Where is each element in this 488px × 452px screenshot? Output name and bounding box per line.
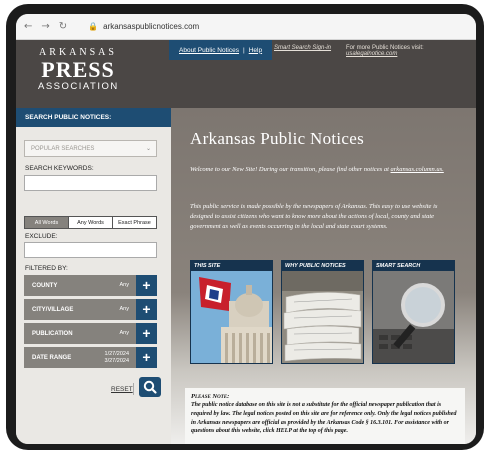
card-this-site-title: THIS SITE: [194, 263, 221, 269]
tablet-frame: ← → ↻ 🔒 arkansaspublicnotices.com ARKANS…: [6, 4, 484, 450]
add-date-filter-button[interactable]: +: [136, 347, 157, 368]
more-notices-text: For more Public Notices visit: usalegaln…: [346, 45, 476, 57]
browser-toolbar: ← → ↻ 🔒 arkansaspublicnotices.com: [16, 14, 476, 40]
page-title: Arkansas Public Notices: [190, 129, 365, 148]
card-why-title: WHY PUBLIC NOTICES: [285, 263, 346, 269]
column-link[interactable]: arkansas.column.us.: [391, 166, 444, 173]
card-why-public-notices[interactable]: WHY PUBLIC NOTICES: [281, 260, 364, 364]
reload-icon[interactable]: ↻: [59, 21, 67, 32]
welcome-sentence: Welcome to our New Site! During our tran…: [190, 166, 389, 173]
all-words-option[interactable]: All Words: [25, 217, 68, 228]
add-city-filter-button[interactable]: +: [136, 299, 157, 320]
filter-date-value: 1/27/2024 3/27/2024: [105, 351, 129, 364]
address-bar[interactable]: 🔒 arkansaspublicnotices.com: [80, 18, 207, 36]
site-header: ARKANSAS PRESS ASSOCIATION About Public …: [16, 40, 476, 108]
date-from: 1/27/2024: [104, 350, 129, 357]
keywords-input[interactable]: [24, 175, 157, 191]
card-smart-search-title: SMART SEARCH: [376, 263, 421, 269]
press-association-logo[interactable]: ARKANSAS PRESS ASSOCIATION: [38, 48, 118, 92]
card-smart-search[interactable]: SMART SEARCH: [372, 260, 455, 364]
popular-searches-value: POPULAR SEARCHES: [31, 146, 95, 152]
screen: ← → ↻ 🔒 arkansaspublicnotices.com ARKANS…: [16, 14, 476, 444]
date-to: 3/27/2024: [104, 357, 129, 364]
usalegalnotice-link[interactable]: usalegalnotice.com: [346, 51, 397, 57]
note-body: The public notice database on this site …: [191, 402, 457, 435]
filtered-by-label: FILTERED BY:: [25, 265, 68, 272]
reset-link[interactable]: RESET: [111, 386, 133, 393]
filter-county-main: COUNTY Any: [24, 275, 136, 296]
capitol-flag-image: [191, 271, 272, 363]
filter-date-range[interactable]: DATE RANGE 1/27/2024 3/27/2024 +: [24, 347, 157, 368]
filter-publication-label: PUBLICATION: [32, 330, 73, 337]
match-mode-toggle: All Words Any Words Exact Phrase: [24, 216, 157, 229]
logo-line-3: ASSOCIATION: [38, 81, 119, 92]
filter-publication-main: PUBLICATION Any: [24, 323, 136, 344]
chevron-down-icon: ⌄: [145, 145, 151, 152]
smart-search-signin-link[interactable]: Smart Search Sign-in: [274, 45, 331, 51]
search-button[interactable]: [139, 377, 161, 397]
reset-divider: [133, 383, 134, 395]
magnifying-glass-image: [373, 271, 454, 363]
keywords-label: SEARCH KEYWORDS:: [25, 165, 94, 172]
exclude-input[interactable]: [24, 242, 157, 258]
exclude-label: EXCLUDE:: [25, 233, 58, 240]
exact-phrase-option[interactable]: Exact Phrase: [112, 217, 156, 228]
help-link[interactable]: Help: [249, 47, 262, 54]
filter-city-value: Any: [119, 306, 129, 313]
add-county-filter-button[interactable]: +: [136, 275, 157, 296]
filter-county-value: Any: [119, 282, 129, 289]
back-arrow-icon[interactable]: ←: [24, 21, 32, 32]
nav-separator: |: [242, 46, 245, 54]
logo-line-2: PRESS: [41, 57, 115, 82]
magnifier-icon: [143, 380, 157, 394]
filter-county-label: COUNTY: [32, 282, 58, 289]
main-content: Arkansas Public Notices Welcome to our N…: [171, 108, 476, 444]
card-this-site[interactable]: THIS SITE: [190, 260, 273, 364]
filter-city-main: CITY/VILLAGE Any: [24, 299, 136, 320]
note-heading: Please Note:: [191, 393, 230, 400]
about-public-notices-link[interactable]: About Public Notices: [179, 47, 239, 54]
welcome-text: Welcome to our New Site! During our tran…: [190, 165, 462, 175]
filter-city-village[interactable]: CITY/VILLAGE Any +: [24, 299, 157, 320]
top-nav: About Public Notices | Help: [169, 40, 273, 60]
filter-publication-value: Any: [119, 330, 129, 337]
filter-date-label: DATE RANGE: [32, 354, 72, 361]
forward-arrow-icon[interactable]: →: [41, 21, 49, 32]
sidebar-title: SEARCH PUBLIC NOTICES:: [16, 108, 171, 127]
popular-searches-select[interactable]: POPULAR SEARCHES ⌄: [24, 140, 157, 157]
url-text: arkansaspublicnotices.com: [103, 22, 200, 31]
filter-date-main: DATE RANGE 1/27/2024 3/27/2024: [24, 347, 136, 368]
filter-city-label: CITY/VILLAGE: [32, 306, 74, 313]
lock-icon: 🔒: [88, 22, 99, 31]
newspapers-image: [282, 271, 363, 363]
add-publication-filter-button[interactable]: +: [136, 323, 157, 344]
filter-county[interactable]: COUNTY Any +: [24, 275, 157, 296]
search-sidebar: SEARCH PUBLIC NOTICES: POPULAR SEARCHES …: [16, 108, 171, 444]
any-words-option[interactable]: Any Words: [68, 217, 112, 228]
about-text: This public service is made possible by …: [190, 203, 438, 230]
filter-publication[interactable]: PUBLICATION Any +: [24, 323, 157, 344]
disclaimer-box: Please Note: The public notice database …: [185, 388, 465, 444]
